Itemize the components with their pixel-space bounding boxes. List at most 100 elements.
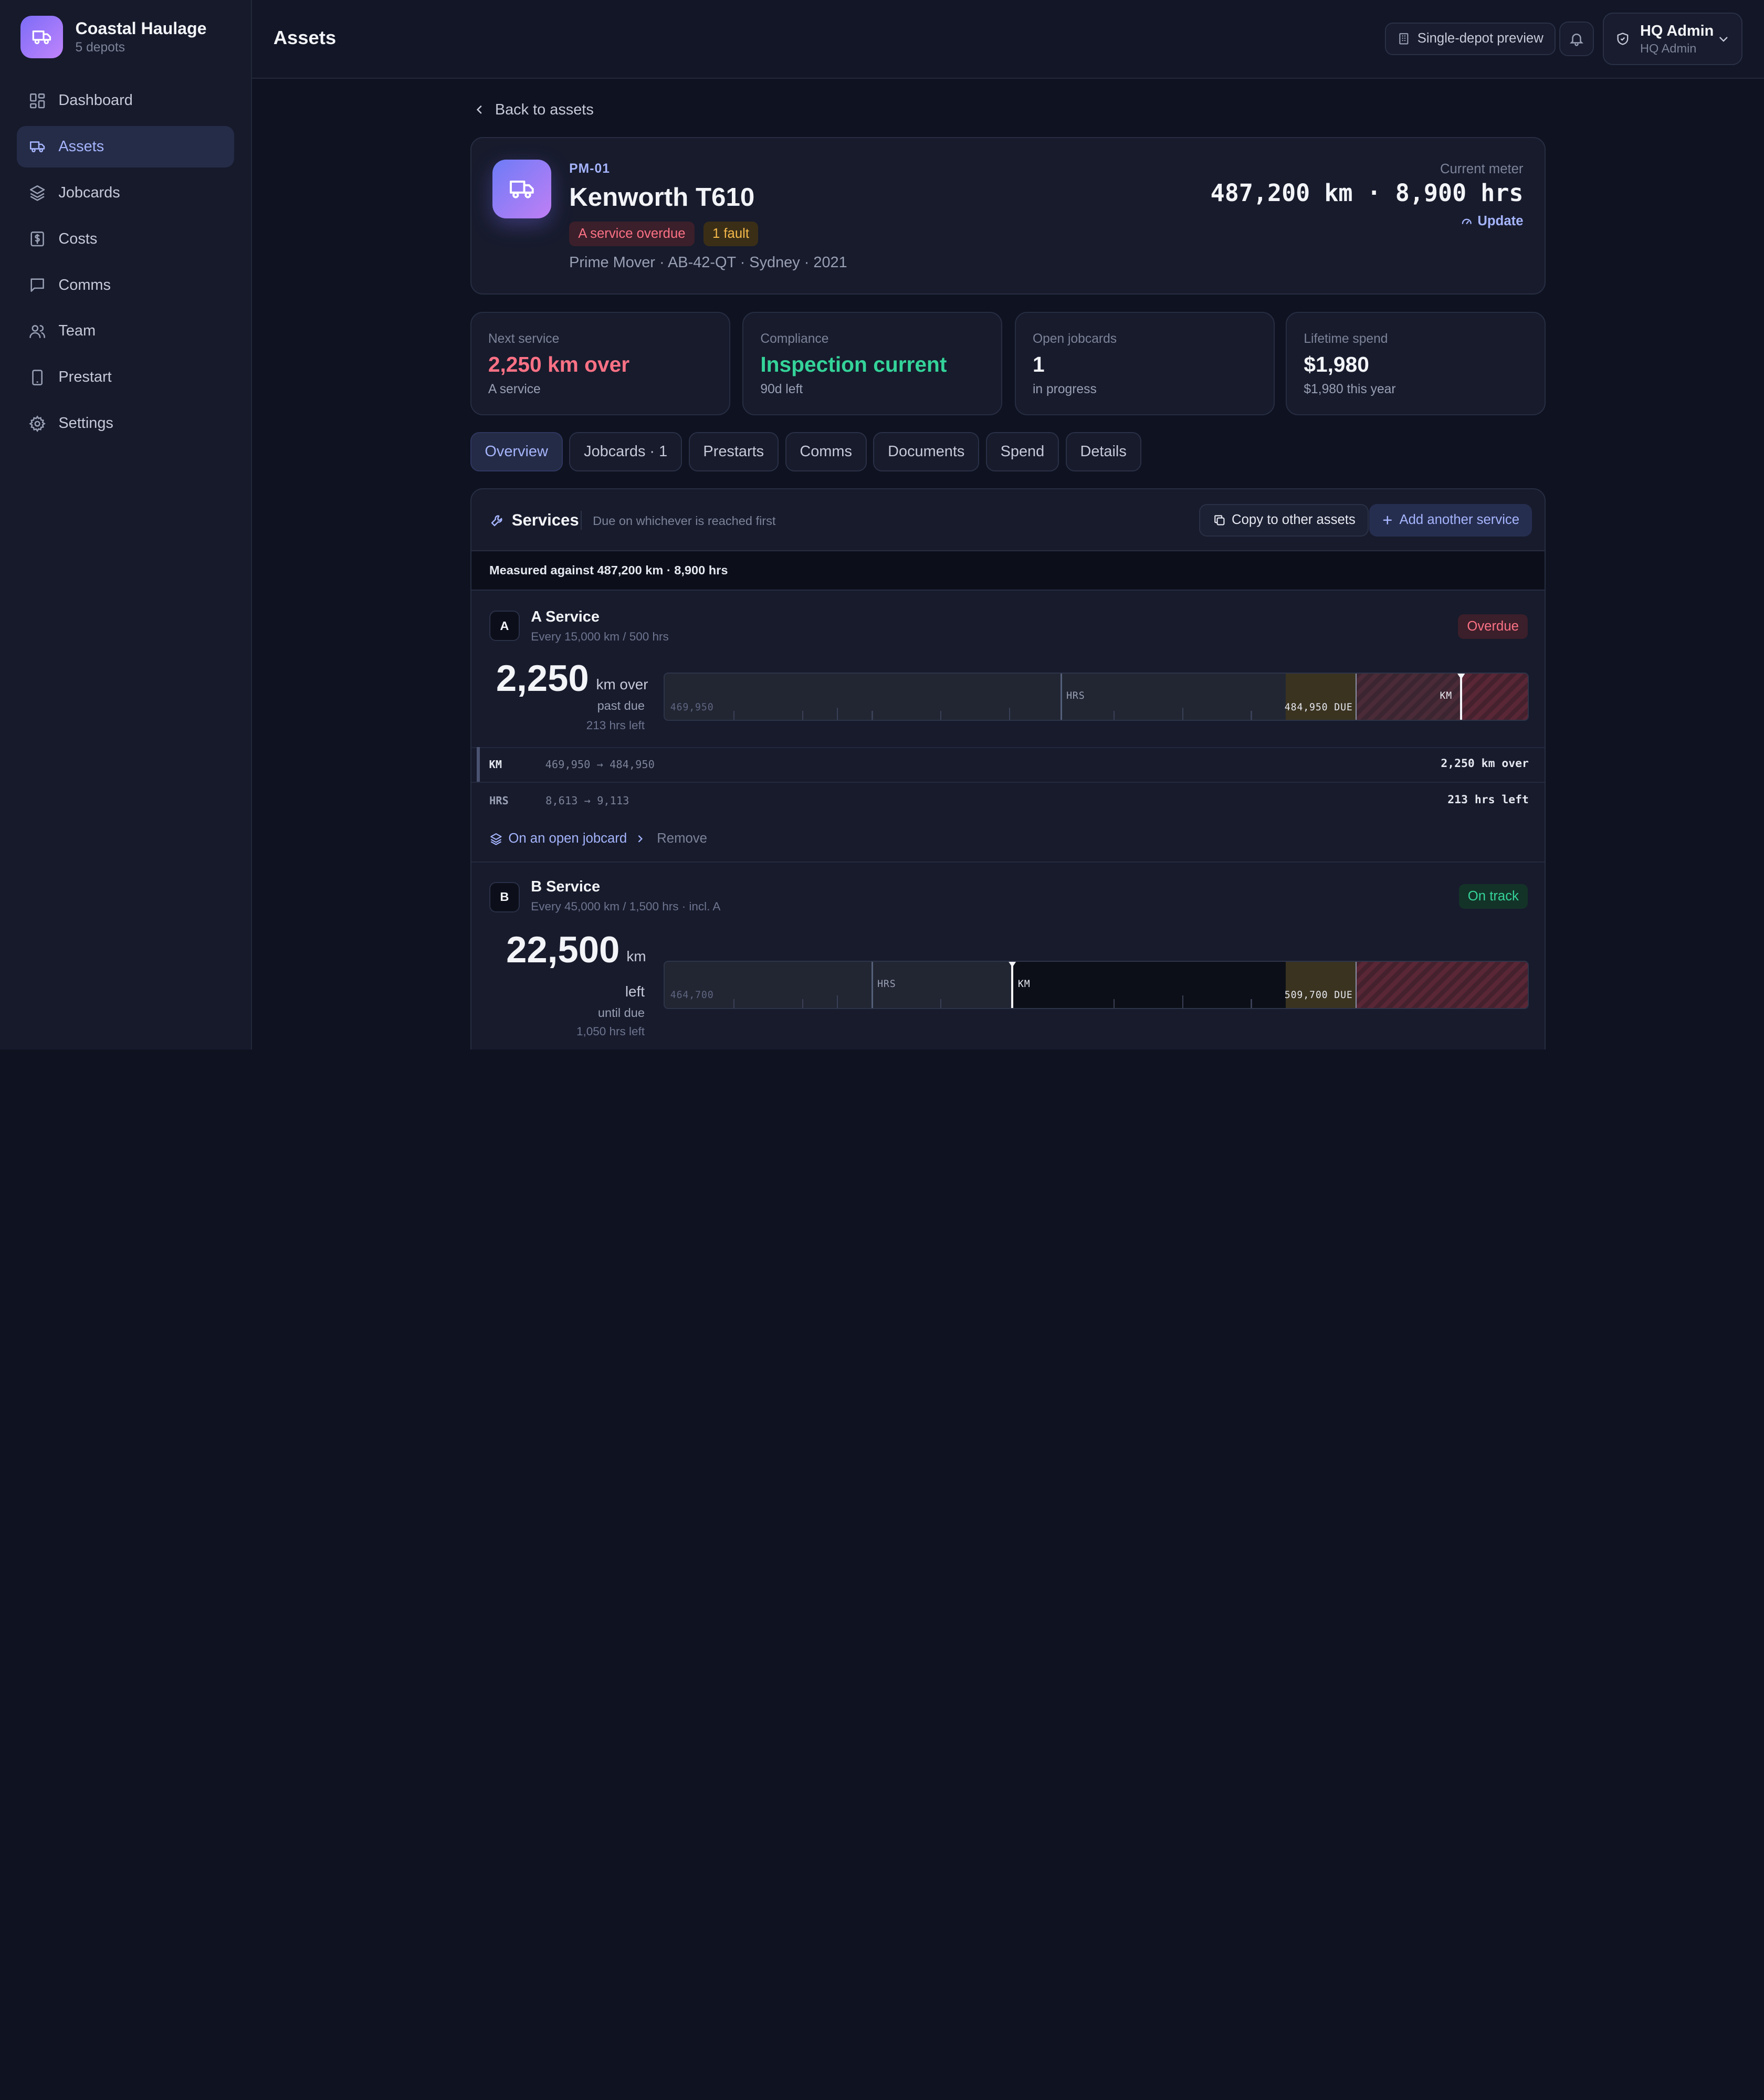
asset-code: PM-01 xyxy=(569,162,610,176)
tick xyxy=(1114,999,1115,1008)
plus-icon xyxy=(1383,516,1392,525)
sidebar-item-costs[interactable]: Costs xyxy=(17,218,234,260)
brand-name: Coastal Haulage xyxy=(75,19,207,38)
track-start-label: 464,700 xyxy=(670,990,714,1001)
tab-documents[interactable]: Documents xyxy=(873,432,980,471)
back-to-assets-link[interactable]: Back to assets xyxy=(472,101,594,119)
service-name[interactable]: A Service xyxy=(531,608,600,626)
sidebar-item-prestart[interactable]: Prestart xyxy=(17,356,234,398)
stat-value: $1,980 xyxy=(1304,352,1369,376)
km-marker-line xyxy=(1460,674,1463,720)
user-menu-button[interactable]: HQ Admin HQ Admin xyxy=(1603,12,1743,66)
chevron-left-icon xyxy=(476,106,482,114)
service-hours-left: 213 hrs left xyxy=(586,719,645,732)
sidebar-item-label: Prestart xyxy=(58,369,112,386)
single-depot-preview-button[interactable]: Single-depot preview xyxy=(1384,22,1556,55)
stat-compliance[interactable]: Compliance Inspection current 90d left xyxy=(742,311,1003,415)
track-due-label: 509,700 DUE xyxy=(1284,990,1353,1001)
tab-jobcards[interactable]: Jobcards · 1 xyxy=(569,432,682,471)
track-overdue-zone xyxy=(1355,961,1528,1008)
service-name[interactable]: B Service xyxy=(531,878,600,896)
user-role: HQ Admin xyxy=(1640,41,1697,56)
hours-marker-line xyxy=(1060,674,1062,720)
track-due-window xyxy=(1285,961,1356,1008)
tick xyxy=(940,711,942,720)
asset-badges: A service overdue 1 fault xyxy=(569,221,767,247)
back-label: Back to assets xyxy=(495,101,594,118)
service-interval: Every 45,000 km / 1,500 hrs · incl. A xyxy=(531,900,721,914)
remove-service-button[interactable]: Remove xyxy=(657,831,707,846)
stat-lifetime-spend[interactable]: Lifetime spend $1,980 $1,980 this year xyxy=(1286,311,1546,415)
stat-next-service[interactable]: Next service 2,250 km over A service xyxy=(470,311,730,415)
tick xyxy=(1182,995,1183,1008)
services-panel-header: Services Due on whichever is reached fir… xyxy=(471,489,1545,551)
status-badge: On track xyxy=(1458,884,1528,909)
bell-icon xyxy=(1570,33,1584,46)
track-km-label: KM xyxy=(1440,690,1453,702)
gear-icon xyxy=(28,415,46,432)
meter-row-key: KM xyxy=(489,758,502,771)
tick xyxy=(1009,707,1010,720)
user-name: HQ Admin xyxy=(1640,22,1714,39)
tick xyxy=(733,711,734,720)
add-service-button[interactable]: Add another service xyxy=(1369,503,1532,537)
tick xyxy=(802,999,803,1008)
preview-label: Single-depot preview xyxy=(1417,31,1544,46)
copy-icon xyxy=(1214,515,1225,526)
tick xyxy=(836,995,838,1008)
page-title: Assets xyxy=(273,27,337,49)
sidebar: Coastal Haulage 5 depots Dashboard Asset… xyxy=(0,0,252,1050)
service-remaining-value: 22,500 xyxy=(506,928,620,970)
track-remaining xyxy=(1011,961,1286,1008)
sidebar-item-team[interactable]: Team xyxy=(17,310,234,352)
track-overdue-zone-current xyxy=(1460,674,1528,720)
chat-icon xyxy=(30,278,44,292)
tab-comms[interactable]: Comms xyxy=(785,432,867,471)
measured-text: Measured against 487,200 km · 8,900 hrs xyxy=(489,563,728,578)
sidebar-item-dashboard[interactable]: Dashboard xyxy=(17,80,234,121)
meter-row-km: KM 469,950 → 484,950 2,250 km over xyxy=(477,747,1545,782)
stat-label: Next service xyxy=(488,331,560,346)
users-icon xyxy=(29,324,45,338)
service-letter: B xyxy=(489,881,520,912)
tab-overview[interactable]: Overview xyxy=(470,432,563,471)
sidebar-item-comms[interactable]: Comms xyxy=(17,265,234,306)
sidebar-item-label: Assets xyxy=(58,138,104,155)
services-hint: Due on whichever is reached first xyxy=(593,514,776,528)
track-due-window xyxy=(1285,674,1356,720)
copy-to-other-assets-button[interactable]: Copy to other assets xyxy=(1199,503,1369,537)
service-hours-left: 1,050 hrs left xyxy=(576,1024,645,1038)
tick xyxy=(802,711,803,720)
tick xyxy=(1182,707,1183,720)
sidebar-item-assets[interactable]: Assets xyxy=(17,125,234,168)
chevron-right-icon xyxy=(638,835,643,843)
service-progress-track: 469,950 HRS 484,950 DUE KM xyxy=(664,673,1529,721)
asset-header-card: PM-01 Kenworth T610 A service overdue 1 … xyxy=(470,137,1546,295)
brand[interactable]: Coastal Haulage 5 depots xyxy=(20,15,207,59)
open-jobcard-link[interactable]: On an open jobcard xyxy=(489,831,652,846)
sidebar-item-label: Costs xyxy=(58,230,98,247)
meter-row-key: HRS xyxy=(489,794,509,807)
services-panel: Services Due on whichever is reached fir… xyxy=(470,488,1546,1050)
due-marker-line xyxy=(1355,674,1357,720)
stat-open-jobcards[interactable]: Open jobcards 1 in progress xyxy=(1014,311,1275,415)
tick xyxy=(872,711,873,720)
sidebar-item-label: Comms xyxy=(58,276,111,293)
notifications-button[interactable] xyxy=(1559,21,1594,57)
tab-spend[interactable]: Spend xyxy=(985,432,1059,471)
sidebar-item-jobcards[interactable]: Jobcards xyxy=(17,172,234,214)
status-badge-fault: 1 fault xyxy=(703,221,759,247)
track-hrs-label: HRS xyxy=(877,978,896,990)
truck-icon xyxy=(20,15,63,59)
tick xyxy=(836,707,838,720)
service-remaining-unit: km over xyxy=(596,676,648,692)
status-badge-overdue: A service overdue xyxy=(569,221,695,247)
service-remaining-value: 2,250 xyxy=(496,657,589,699)
tab-details[interactable]: Details xyxy=(1065,432,1141,471)
update-meter-button[interactable]: Update xyxy=(1461,214,1524,229)
building-icon xyxy=(1399,33,1409,45)
meter-row-value: 213 hrs left xyxy=(1447,793,1529,806)
tick xyxy=(940,999,942,1008)
sidebar-item-settings[interactable]: Settings xyxy=(17,403,234,444)
tab-prestarts[interactable]: Prestarts xyxy=(688,432,779,471)
